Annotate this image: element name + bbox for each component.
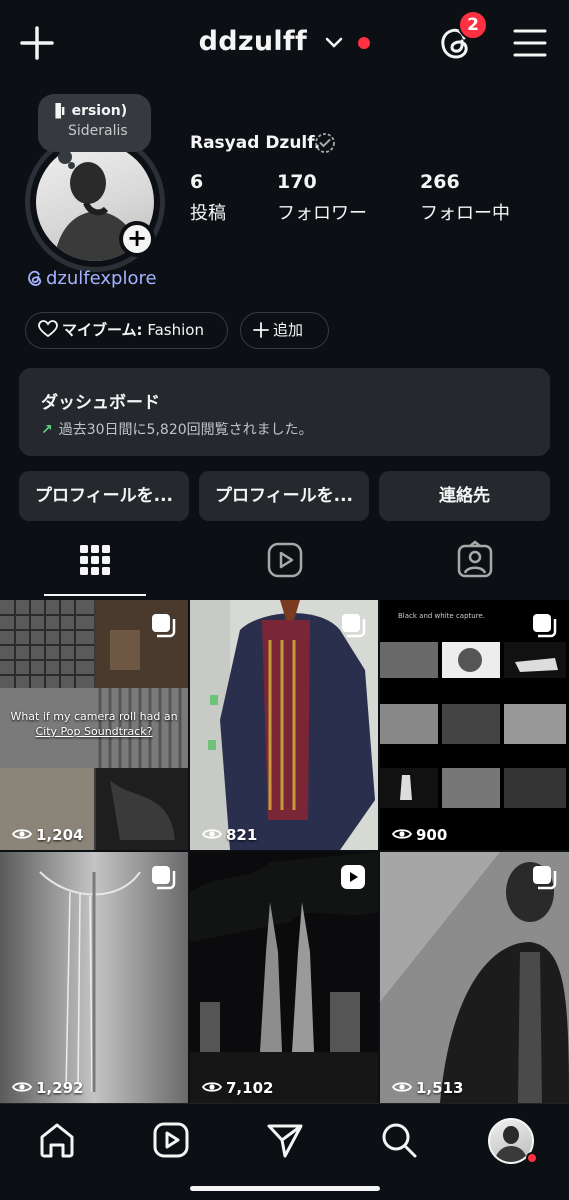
note-artist: Sideralis: [68, 123, 128, 139]
top-bar: ddzulff 2: [0, 0, 569, 88]
threads-profile-link[interactable]: dzulfexplore: [26, 268, 157, 289]
following-label: フォロー中: [420, 203, 510, 224]
username-title: ddzulff: [198, 26, 308, 57]
profile-notification-dot: [526, 1152, 538, 1164]
followers-count: 170: [277, 171, 317, 193]
eye-icon: [12, 829, 32, 839]
post-5-views: 7,102: [202, 1079, 273, 1097]
post-2[interactable]: 821: [190, 600, 378, 850]
followers-label: フォロワー: [277, 203, 367, 224]
home-icon[interactable]: [37, 1120, 77, 1160]
eye-icon: [202, 829, 222, 839]
post-6-views: 1,513: [392, 1079, 463, 1097]
tagged-tab-icon[interactable]: [455, 540, 495, 580]
plus-icon: [253, 322, 269, 338]
share-profile-button[interactable]: プロフィールを...: [199, 471, 369, 521]
post-3-views: 900: [392, 826, 447, 844]
my-boom-chip[interactable]: マイブーム: Fashion: [25, 312, 228, 349]
reels-tab-icon[interactable]: [265, 540, 305, 580]
following-count: 266: [420, 171, 460, 193]
carousel-icon: [152, 866, 176, 890]
contact-button[interactable]: 連絡先: [379, 471, 550, 521]
meta-verified-icon[interactable]: [314, 132, 336, 154]
search-icon[interactable]: [379, 1120, 419, 1160]
threads-badge: 2: [458, 10, 488, 40]
home-indicator: [190, 1186, 380, 1191]
dashboard-title: ダッシュボード: [41, 393, 160, 413]
carousel-icon: [152, 614, 176, 638]
carousel-icon: [533, 866, 557, 890]
post-4-views: 1,292: [12, 1079, 83, 1097]
music-bars-icon: ▐ı: [50, 103, 66, 119]
post-2-views: 821: [202, 826, 257, 844]
post-1[interactable]: What if my camera roll had an City Pop S…: [0, 600, 188, 850]
post-3[interactable]: Black and white capture. 900: [380, 600, 569, 850]
chevron-down-icon: [325, 37, 342, 48]
post-6[interactable]: 1,513: [380, 852, 569, 1103]
eye-icon: [392, 829, 412, 839]
post-1-caption: What if my camera roll had an City Pop S…: [10, 710, 178, 738]
notification-dot: [358, 36, 371, 49]
post-1-views: 1,204: [12, 826, 83, 844]
my-boom-label: マイブーム:: [62, 321, 143, 339]
full-name: Rasyad Dzulf.: [190, 133, 321, 153]
menu-icon[interactable]: [512, 26, 548, 60]
add-chip[interactable]: 追加: [240, 312, 329, 349]
note-bubble[interactable]: ▐ı ersion) Sideralis: [38, 94, 151, 152]
eye-icon: [202, 1082, 222, 1092]
heart-icon: [38, 320, 58, 338]
grid-tab-icon[interactable]: [75, 540, 115, 580]
stat-posts[interactable]: 6 投稿: [190, 171, 226, 225]
professional-dashboard[interactable]: ダッシュボード ↗ 過去30日間に5,820回閲覧されました。: [19, 368, 550, 456]
stat-followers[interactable]: 170 フォロワー: [277, 171, 367, 225]
trend-up-icon: ↗: [41, 422, 53, 438]
reels-icon[interactable]: [151, 1120, 191, 1160]
profile-tabs: [0, 530, 569, 598]
active-tab-indicator: [44, 594, 146, 596]
reel-icon: [341, 865, 365, 889]
add-story-button[interactable]: +: [119, 221, 155, 257]
post-4[interactable]: 1,292: [0, 852, 188, 1103]
post-5[interactable]: 7,102: [190, 852, 378, 1103]
stat-following[interactable]: 266 フォロー中: [420, 171, 510, 225]
my-boom-value: Fashion: [147, 321, 204, 339]
post-3-caption: Black and white capture.: [398, 612, 485, 620]
posts-label: 投稿: [190, 203, 226, 224]
add-chip-label: 追加: [273, 321, 304, 339]
carousel-icon: [342, 614, 366, 638]
note-music-line: ▐ı ersion): [50, 103, 128, 119]
note-tail-small: [68, 162, 75, 169]
eye-icon: [12, 1082, 32, 1092]
edit-profile-button[interactable]: プロフィールを...: [19, 471, 189, 521]
eye-icon: [392, 1082, 412, 1092]
threads-small-icon: [28, 270, 42, 286]
direct-message-icon[interactable]: [265, 1120, 305, 1160]
dashboard-subtitle: ↗ 過去30日間に5,820回閲覧されました。: [41, 422, 313, 438]
posts-count: 6: [190, 171, 204, 193]
carousel-icon: [533, 614, 557, 638]
